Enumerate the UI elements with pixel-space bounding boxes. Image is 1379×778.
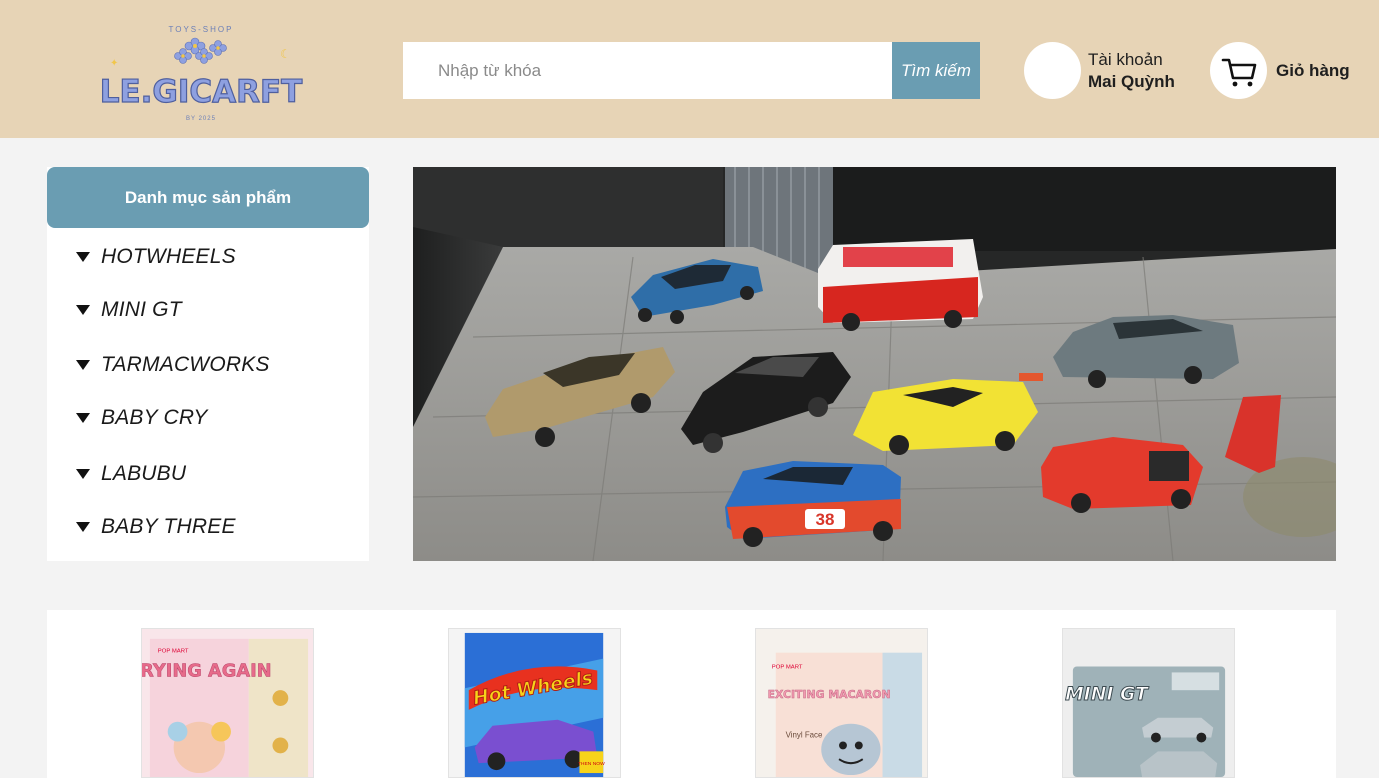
- category-item-baby-cry[interactable]: BABY CRY: [76, 406, 208, 430]
- car-datsun-510: 38: [725, 461, 901, 547]
- category-item-baby-three[interactable]: BABY THREE: [76, 515, 236, 539]
- logo-tagline: BY 2025: [186, 116, 216, 122]
- category-label: TARMACWORKS: [101, 353, 270, 376]
- product-image: POP MART EXCITING MACARON Vinyl Face: [756, 629, 927, 777]
- triangle-down-icon: [76, 413, 90, 423]
- logo-brand: LE.GICARFT: [100, 74, 303, 110]
- category-header: Danh mục sản phẩm: [47, 167, 369, 228]
- product-image: MINI GT: [1063, 629, 1234, 777]
- product-box-text: MINI GT: [1065, 684, 1150, 705]
- logo-top-text: TOYS-SHOP: [169, 25, 234, 34]
- search-button[interactable]: Tìm kiếm: [892, 42, 980, 99]
- cart-icon-wrapper[interactable]: [1210, 42, 1267, 99]
- avatar[interactable]: [1024, 42, 1081, 99]
- category-sidebar: Danh mục sản phẩm HOTWHEELS MINI GT TARM…: [47, 167, 369, 561]
- category-item-hotwheels[interactable]: HOTWHEELS: [76, 245, 236, 269]
- category-label: BABY THREE: [101, 515, 236, 538]
- triangle-down-icon: [76, 252, 90, 262]
- triangle-down-icon: [76, 305, 90, 315]
- category-label: LABUBU: [101, 462, 187, 485]
- flower-icon: [174, 37, 227, 64]
- category-item-labubu[interactable]: LABUBU: [76, 462, 186, 486]
- account-label: Tài khoản: [1088, 49, 1163, 69]
- car-plate-text: 38: [816, 510, 835, 529]
- cart-button[interactable]: Giỏ hàng: [1210, 42, 1350, 99]
- hero-banner[interactable]: 38: [413, 167, 1336, 561]
- category-label: HOTWHEELS: [101, 245, 236, 268]
- cart-icon: [1221, 58, 1256, 86]
- triangle-down-icon: [76, 522, 90, 532]
- category-item-mini-gt[interactable]: MINI GT: [76, 298, 182, 322]
- svg-text:☾: ☾: [280, 47, 291, 61]
- category-item-tarmacworks[interactable]: TARMACWORKS: [76, 353, 270, 377]
- triangle-down-icon: [76, 469, 90, 479]
- product-badge: THEN NOW: [578, 761, 605, 767]
- product-image: Hot Wheels THEN NOW: [449, 629, 620, 777]
- search-bar: Tìm kiếm: [403, 42, 980, 99]
- product-brand: POP MART: [772, 664, 803, 670]
- account-text: Tài khoản Mai Quỳnh: [1088, 49, 1175, 93]
- product-brand: POP MART: [158, 649, 189, 655]
- category-label: BABY CRY: [101, 406, 208, 429]
- category-label: MINI GT: [101, 298, 182, 321]
- product-sub: Vinyl Face: [786, 731, 823, 740]
- search-input[interactable]: [403, 42, 892, 99]
- banner-image: 38: [413, 167, 1336, 561]
- account-menu[interactable]: Tài khoản Mai Quỳnh: [1024, 42, 1175, 99]
- product-box-text: EXCITING MACARON: [768, 688, 891, 701]
- car-red-wedge: [1041, 437, 1203, 513]
- triangle-down-icon: [76, 360, 90, 370]
- logo-graphic: TOYS-SHOP ✦ ☾ LE.GICARFT BY 2025: [99, 25, 303, 122]
- product-image: CRYING AGAIN POP MART: [142, 629, 313, 777]
- header: TOYS-SHOP ✦ ☾ LE.GICARFT BY 2025 Tìm kiế…: [0, 0, 1379, 138]
- product-card-hotwheels[interactable]: Hot Wheels THEN NOW: [448, 628, 621, 778]
- account-name: Mai Quỳnh: [1088, 71, 1175, 91]
- product-card-exciting-macaron[interactable]: POP MART EXCITING MACARON Vinyl Face: [755, 628, 928, 778]
- car-hellokitty-van: [818, 239, 983, 331]
- product-card-mini-gt[interactable]: MINI GT: [1062, 628, 1235, 778]
- product-card-crying-again[interactable]: CRYING AGAIN POP MART: [141, 628, 314, 778]
- cart-label[interactable]: Giỏ hàng: [1276, 61, 1350, 81]
- product-box-text: CRYING AGAIN: [142, 661, 272, 681]
- logo[interactable]: TOYS-SHOP ✦ ☾ LE.GICARFT BY 2025: [96, 18, 306, 124]
- svg-text:✦: ✦: [110, 58, 118, 69]
- product-row: CRYING AGAIN POP MART Hot Wheels THEN NO…: [47, 610, 1336, 778]
